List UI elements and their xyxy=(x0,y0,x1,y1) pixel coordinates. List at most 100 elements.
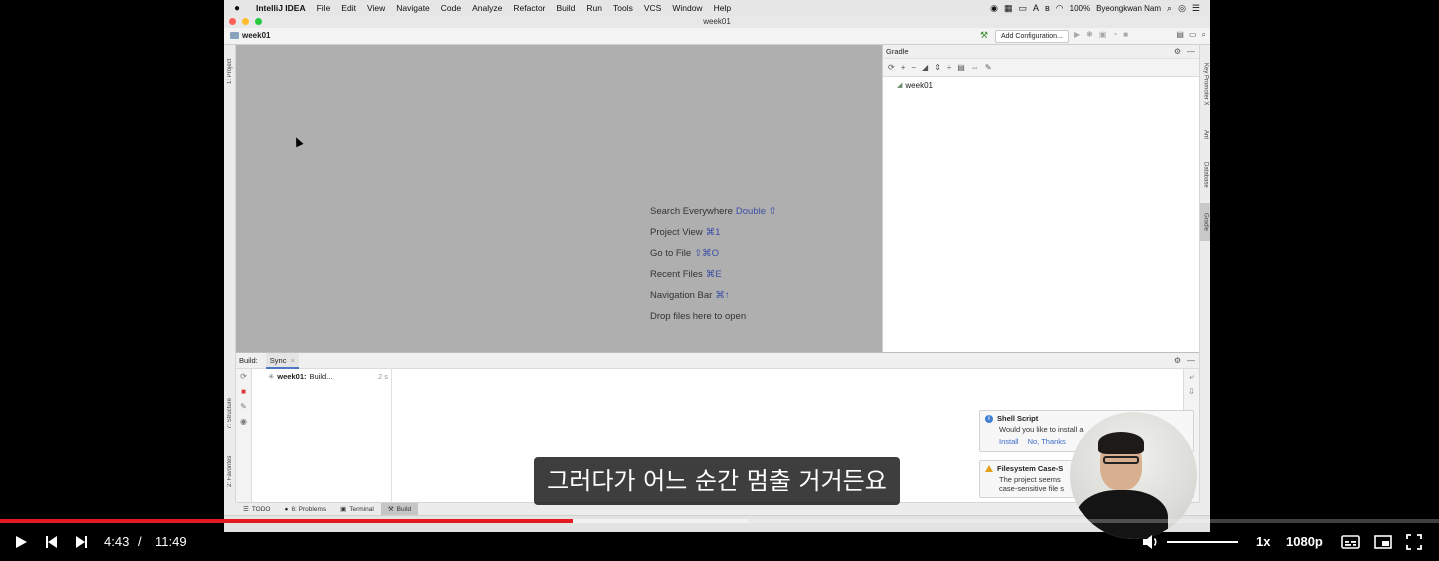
hint-label: Drop files here to open xyxy=(650,311,747,322)
hammer-icon: ⚒ xyxy=(387,505,394,513)
coverage-icon: ▣ xyxy=(1098,30,1107,39)
hint-shortcut: ⌘E xyxy=(705,269,722,280)
warning-icon xyxy=(985,465,993,472)
mouse-cursor-icon xyxy=(292,135,304,148)
project-tool-tab: 1: Project xyxy=(227,58,233,84)
collapse-all-icon: ÷ xyxy=(946,63,952,72)
subtitles-icon xyxy=(1340,535,1360,549)
status-app-icon: ◉ xyxy=(990,2,998,13)
nav-right-toolbar: ▤ ▭ ⌕ xyxy=(1176,30,1206,40)
quality-button[interactable]: 1080p xyxy=(1286,530,1323,554)
volume-button[interactable] xyxy=(1141,530,1161,554)
hint-navigation-bar: Navigation Bar ⌘↑ xyxy=(650,290,777,311)
build-tree: ✳ week01: Build... 2 s xyxy=(252,369,392,503)
window-titlebar: week01 xyxy=(224,16,1210,28)
volume-icon xyxy=(1143,535,1157,549)
mac-menubar: ● IntelliJ IDEA File Edit View Navigate … xyxy=(224,0,1210,16)
tab-todo: ☰ TODO xyxy=(236,503,278,516)
eye-icon: ◉ xyxy=(240,417,247,426)
hint-label: Navigation Bar xyxy=(650,290,713,301)
miniplayer-button[interactable] xyxy=(1373,530,1393,554)
status-grid-icon: ▦ xyxy=(1003,2,1013,13)
tab-label: Terminal xyxy=(349,505,374,513)
run-toolbar: ▶ ✱ ▣ ◔ ■ xyxy=(1074,30,1128,39)
hint-label: Go to File xyxy=(650,248,692,259)
left-tool-stripe: 1: Project 7: Structure 2: Favorites xyxy=(224,45,236,502)
menu-analyze: Analyze xyxy=(472,3,503,13)
battery-percent: 100% xyxy=(1069,3,1091,13)
hint-shortcut: ⌘1 xyxy=(705,227,721,238)
stop-icon: ■ xyxy=(1123,30,1129,39)
video-player[interactable]: ● IntelliJ IDEA File Edit View Navigate … xyxy=(0,0,1439,561)
info-icon: i xyxy=(985,414,993,423)
hint-go-to-file: Go to File ⇧⌘O xyxy=(650,248,777,269)
build-header: Build: Sync × ⚙ — xyxy=(236,352,1199,369)
hide-panel-icon: — xyxy=(1187,47,1195,56)
bluetooth-icon: ʙ xyxy=(1044,3,1050,13)
subtitles-button[interactable] xyxy=(1340,530,1360,554)
status-battery-icon: ▭ xyxy=(1018,2,1027,13)
player-controls: 4:43 / 11:49 1x 1080p xyxy=(0,523,1439,561)
close-tab-icon: × xyxy=(288,355,295,365)
playback-speed-button[interactable]: 1x xyxy=(1256,530,1270,554)
menu-build: Build xyxy=(556,3,576,13)
build-header-icons: ⚙ — xyxy=(1174,356,1195,365)
hint-label: Recent Files xyxy=(650,269,703,280)
tab-problems: ● 6: Problems xyxy=(278,503,334,516)
next-button[interactable] xyxy=(73,530,89,554)
group-icon: ▤ xyxy=(957,63,965,72)
next-icon xyxy=(75,536,87,548)
editor-area: Search Everywhere Double ⇧ Project View ⌘1… xyxy=(236,45,882,352)
gradle-title: Gradle xyxy=(886,47,909,56)
gradle-header: Gradle ⚙ — xyxy=(883,45,1199,59)
hint-search-everywhere: Search Everywhere Double ⇧ xyxy=(650,206,777,227)
build-tree-row: ✳ week01: Build... 2 s xyxy=(252,369,391,381)
ide-navbar: week01 ⚒ Add Configuration... ▶ ✱ ▣ ◔ ■ … xyxy=(224,28,1210,45)
stop-build-icon: ■ xyxy=(241,387,246,396)
gradle-header-icons: ⚙ — xyxy=(1174,45,1195,59)
previous-icon xyxy=(45,536,57,548)
favorites-tool-tab: 2: Favorites xyxy=(227,455,233,487)
webcam-glasses xyxy=(1103,456,1139,464)
webcam-hair xyxy=(1098,432,1144,454)
gradle-tree-label: week01 xyxy=(905,81,933,90)
add-configuration-button: Add Configuration... xyxy=(995,30,1069,43)
hint-shortcut: Double ⇧ xyxy=(735,206,777,217)
add-icon: + xyxy=(900,63,906,72)
todo-icon: ☰ xyxy=(243,505,249,513)
offline-mode-icon: ⇔ xyxy=(970,63,979,72)
menu-refactor: Refactor xyxy=(513,3,546,13)
build-item-status: Build... xyxy=(309,372,333,381)
gradle-toolbar: ⟳ + − ◢ ⇕ ÷ ▤ ⇔ ✎ xyxy=(883,59,1199,77)
play-button[interactable] xyxy=(12,530,30,554)
tab-sync: Sync × xyxy=(265,352,299,369)
wifi-icon: ◠ xyxy=(1055,2,1064,13)
menu-file: File xyxy=(316,3,331,13)
fullscreen-button[interactable] xyxy=(1404,530,1424,554)
time-separator: / xyxy=(138,534,142,549)
presentation-icon: ▭ xyxy=(1188,30,1197,39)
control-center-icon: ☰ xyxy=(1191,2,1200,13)
menu-view: View xyxy=(366,3,386,13)
play-icon xyxy=(15,536,27,548)
settings-gear-icon: ⚙ xyxy=(1173,47,1181,56)
tab-build: ⚒ Build xyxy=(380,502,419,516)
pin-icon: ✎ xyxy=(240,402,247,411)
hint-project-view: Project View ⌘1 xyxy=(650,227,777,248)
tab-sync-label: Sync xyxy=(269,355,287,365)
notification-title-text: Filesystem Case-S xyxy=(997,464,1064,473)
rerun-icon: ⟳ xyxy=(240,372,247,381)
menubar-status-area: ◉ ▦ ▭ A ʙ ◠ 100% Byeongkwan Nam ⌕ ◎ ☰ xyxy=(990,0,1200,16)
gradle-project-icon: ◢ xyxy=(897,82,903,89)
status-input-icon: A xyxy=(1032,3,1039,13)
structure-tool-tab: 7: Structure xyxy=(227,397,233,429)
screen-recording: ● IntelliJ IDEA File Edit View Navigate … xyxy=(224,0,1210,532)
database-tab: Database xyxy=(1202,162,1209,188)
install-link: Install xyxy=(999,437,1019,446)
hide-panel-icon: — xyxy=(1187,356,1195,365)
soft-wrap-icon: ⤶ xyxy=(1189,372,1194,381)
previous-button[interactable] xyxy=(43,530,59,554)
volume-slider[interactable] xyxy=(1167,541,1238,543)
spotlight-search-icon: ⌕ xyxy=(1167,2,1173,13)
hint-recent-files: Recent Files ⌘E xyxy=(650,269,777,290)
